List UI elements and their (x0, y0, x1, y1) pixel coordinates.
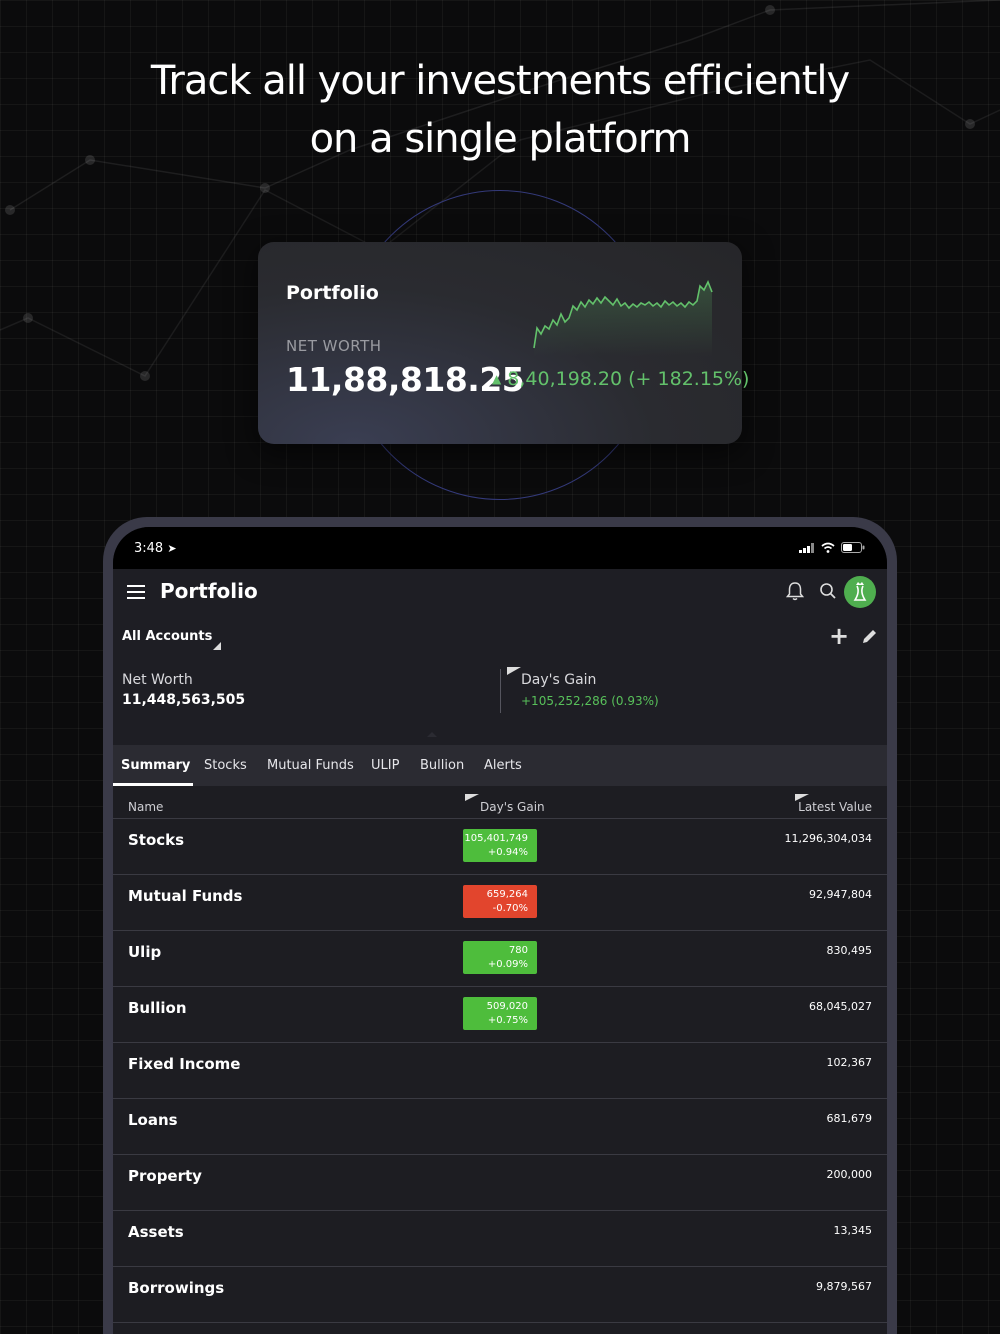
latest-value: 11,296,304,034 (784, 832, 872, 845)
table-row[interactable]: Stocks 105,401,749 +0.94% 11,296,304,034 (113, 819, 887, 875)
latest-value: 9,879,567 (816, 1280, 872, 1293)
portfolio-summary-table: Name Day's Gain Latest Value Stocks 105,4… (113, 786, 887, 1323)
status-bar: 3:48 ➤ (113, 527, 887, 569)
row-name: Loans (128, 1111, 178, 1129)
headline-line-1: Track all your investments efficiently (150, 58, 850, 104)
row-name: Fixed Income (128, 1055, 241, 1073)
tab-stocks[interactable]: Stocks (204, 758, 247, 773)
days-gain-value: +105,252,286 (0.93%) (521, 694, 659, 708)
promo-net-worth-label: NET WORTH (286, 337, 382, 355)
row-name: Ulip (128, 943, 162, 961)
days-gain-amount: 509,020 (486, 1001, 528, 1012)
column-header-latest-value[interactable]: Latest Value (798, 800, 872, 814)
latest-value: 68,045,027 (809, 1000, 872, 1013)
status-icons (799, 542, 865, 553)
table-row[interactable]: Bullion 509,020 +0.75% 68,045,027 (113, 987, 887, 1043)
column-header-name[interactable]: Name (128, 800, 163, 814)
days-gain-badge: 105,401,749 +0.94% (463, 829, 537, 862)
headline: Track all your investments efficiently o… (0, 52, 1000, 168)
days-gain-badge: 780 +0.09% (463, 941, 537, 974)
collapse-pointer-icon (427, 732, 437, 737)
table-row[interactable]: Fixed Income 102,367 (113, 1043, 887, 1099)
status-time: 3:48 ➤ (134, 541, 177, 556)
add-icon[interactable]: + (829, 624, 849, 648)
sparkline-chart (533, 280, 713, 356)
accounts-selector[interactable]: All Accounts (122, 629, 212, 644)
tab-bullion[interactable]: Bullion (420, 758, 464, 773)
latest-value: 830,495 (826, 944, 873, 957)
app-screen: 3:48 ➤ Portfolio All Accounts + Net Wort… (113, 527, 887, 1334)
table-header: Name Day's Gain Latest Value (113, 786, 887, 819)
row-name: Borrowings (128, 1279, 225, 1297)
days-gain-badge: 659,264 -0.70% (463, 885, 537, 918)
days-gain-percent: +0.75% (487, 1015, 528, 1026)
battery-icon (841, 542, 865, 553)
sparkline-area (534, 282, 712, 356)
table-row[interactable]: Assets 13,345 (113, 1211, 887, 1267)
wifi-icon (821, 542, 835, 553)
app-header: Portfolio All Accounts + Net Worth 11,44… (113, 569, 887, 745)
accounts-dropdown-icon[interactable] (213, 642, 221, 650)
days-gain-badge: 509,020 +0.75% (463, 997, 537, 1030)
row-name: Stocks (128, 831, 185, 849)
latest-value: 200,000 (826, 1168, 873, 1181)
table-row[interactable]: Loans 681,679 (113, 1099, 887, 1155)
promo-card-title: Portfolio (286, 282, 379, 304)
row-name: Bullion (128, 999, 187, 1017)
tab-bar: Summary Stocks Mutual Funds ULIP Bullion… (113, 745, 887, 786)
table-row[interactable]: Ulip 780 +0.09% 830,495 (113, 931, 887, 987)
net-worth-label: Net Worth (122, 672, 193, 688)
sort-flag-icon[interactable] (465, 794, 479, 801)
days-gain-amount: 780 (508, 945, 528, 956)
days-gain-label: Day's Gain (521, 672, 597, 688)
status-time-text: 3:48 (134, 541, 164, 556)
summary-divider (500, 669, 501, 713)
edit-pencil-icon[interactable] (861, 627, 879, 645)
hamburger-menu-icon[interactable] (127, 585, 147, 601)
days-gain-amount: 105,401,749 (464, 833, 528, 844)
promo-gain: ▲ 8,40,198.20 (+ 182.15%) (492, 368, 749, 390)
sort-flag-icon[interactable] (507, 667, 521, 675)
table-body: Stocks 105,401,749 +0.94% 11,296,304,034 Mut… (113, 819, 887, 1323)
latest-value: 92,947,804 (809, 888, 872, 901)
tab-ulip[interactable]: ULIP (371, 758, 399, 773)
table-row[interactable]: Mutual Funds 659,264 -0.70% 92,947,804 (113, 875, 887, 931)
avatar-figure-icon (853, 582, 867, 601)
promo-net-worth-value: 11,88,818.25 (286, 360, 525, 399)
tab-alerts[interactable]: Alerts (484, 758, 522, 773)
days-gain-percent: +0.09% (487, 959, 528, 970)
days-gain-amount: 659,264 (486, 889, 528, 900)
column-header-days-gain[interactable]: Day's Gain (480, 800, 545, 814)
avatar[interactable] (844, 576, 876, 608)
row-name: Property (128, 1167, 202, 1185)
page-title: Portfolio (160, 579, 258, 603)
tab-mutual-funds[interactable]: Mutual Funds (267, 758, 354, 773)
bell-icon[interactable] (786, 581, 804, 601)
headline-line-2: on a single platform (309, 116, 692, 162)
table-row[interactable]: Borrowings 9,879,567 (113, 1267, 887, 1323)
row-name: Assets (128, 1223, 184, 1241)
latest-value: 13,345 (833, 1224, 873, 1237)
days-gain-percent: +0.94% (487, 847, 528, 858)
row-name: Mutual Funds (128, 887, 243, 905)
up-triangle-icon: ▲ (492, 372, 502, 386)
net-worth-value: 11,448,563,505 (122, 692, 246, 708)
tab-summary[interactable]: Summary (121, 758, 190, 773)
promo-gain-text: 8,40,198.20 (+ 182.15%) (507, 368, 750, 390)
portfolio-promo-card: Portfolio NET WORTH 11,88,818.25 ▲ 8,40,… (258, 242, 749, 444)
latest-value: 681,679 (826, 1112, 873, 1125)
signal-icon (799, 542, 814, 553)
search-icon[interactable] (819, 582, 837, 600)
days-gain-percent: -0.70% (492, 903, 528, 914)
location-arrow-icon: ➤ (167, 542, 177, 555)
latest-value: 102,367 (826, 1056, 873, 1069)
table-row[interactable]: Property 200,000 (113, 1155, 887, 1211)
tablet-device-frame: 3:48 ➤ Portfolio All Accounts + Net Wort… (103, 517, 897, 1334)
